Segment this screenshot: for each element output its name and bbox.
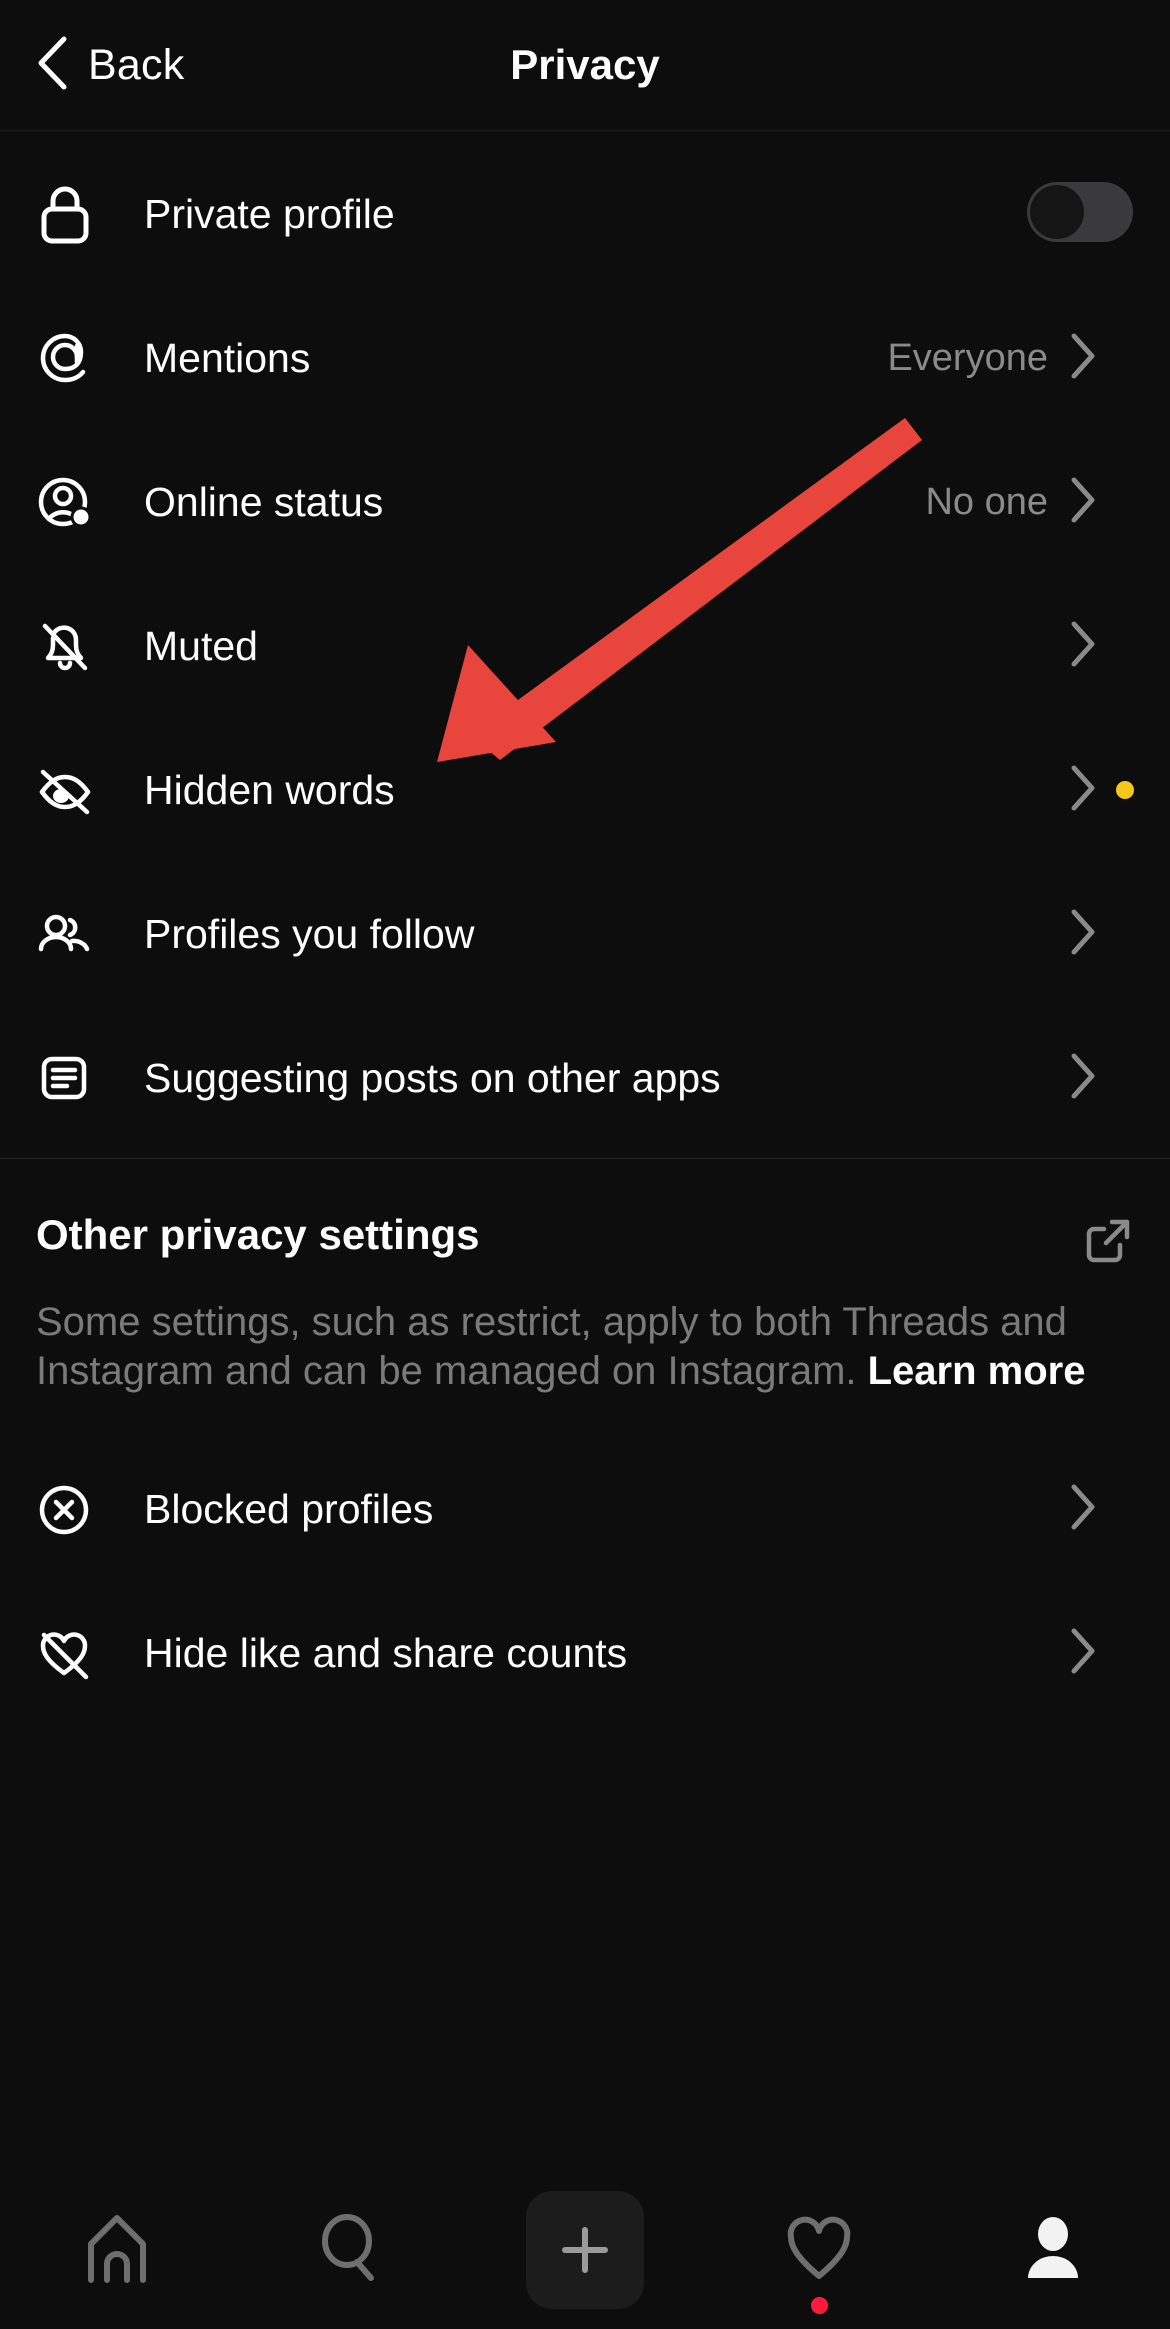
other-privacy-list: Blocked profiles Hide like and share cou… [0, 1438, 1170, 1726]
setting-row-mentions[interactable]: Mentions Everyone [0, 286, 1170, 430]
circle-x-icon [36, 1480, 98, 1540]
setting-row-profiles-you-follow[interactable]: Profiles you follow [0, 862, 1170, 1006]
two-people-icon [36, 904, 98, 964]
learn-more-link[interactable]: Learn more [868, 1349, 1086, 1393]
setting-label: Hide like and share counts [144, 1630, 628, 1677]
setting-label: Blocked profiles [144, 1486, 434, 1533]
chevron-right-icon [1070, 765, 1096, 816]
chevron-right-icon [1070, 1484, 1096, 1535]
external-link-icon[interactable] [1082, 1215, 1134, 1272]
back-button[interactable]: Back [36, 36, 184, 95]
setting-label: Mentions [144, 334, 311, 381]
heart-slash-icon [36, 1624, 98, 1684]
heart-icon [781, 2210, 857, 2291]
eye-slash-icon [36, 760, 98, 820]
setting-row-suggesting-posts[interactable]: Suggesting posts on other apps [0, 1006, 1170, 1150]
nav-item-search[interactable] [234, 2190, 468, 2310]
private-profile-toggle[interactable] [1026, 181, 1134, 248]
bell-slash-icon [36, 616, 98, 676]
setting-row-hidden-words[interactable]: Hidden words [0, 718, 1170, 862]
nav-item-compose[interactable] [468, 2190, 702, 2310]
setting-label: Muted [144, 622, 258, 669]
other-privacy-settings-section: Other privacy settings Some settings, su… [0, 1159, 1170, 1726]
setting-label: Profiles you follow [144, 910, 475, 957]
search-icon [313, 2210, 389, 2291]
page-header: Back Privacy [0, 0, 1170, 131]
setting-label: Hidden words [144, 766, 395, 813]
online-status-icon [36, 472, 98, 532]
privacy-settings-list: Private profile Mentions Everyone Online… [0, 131, 1170, 1158]
document-lines-icon [36, 1048, 98, 1108]
nav-item-activity[interactable] [702, 2190, 936, 2314]
setting-row-blocked-profiles[interactable]: Blocked profiles [0, 1438, 1170, 1582]
chevron-right-icon [1070, 1628, 1096, 1679]
chevron-right-icon [1070, 909, 1096, 960]
setting-row-online-status[interactable]: Online status No one [0, 430, 1170, 574]
home-icon [79, 2210, 155, 2291]
compose-plus-icon [526, 2191, 644, 2309]
chevron-right-icon [1070, 1053, 1096, 1104]
nav-item-profile[interactable] [936, 2190, 1170, 2310]
lock-icon [36, 183, 98, 245]
profile-icon [1015, 2210, 1091, 2291]
bottom-navigation-bar [0, 2130, 1170, 2329]
setting-label: Private profile [144, 190, 395, 237]
setting-label: Suggesting posts on other apps [144, 1054, 721, 1101]
setting-value: Everyone [887, 336, 1048, 379]
back-label: Back [88, 40, 185, 89]
activity-badge-dot [810, 2297, 828, 2314]
setting-label: Online status [144, 478, 384, 525]
other-privacy-title: Other privacy settings [36, 1211, 480, 1258]
setting-value: No one [925, 480, 1048, 523]
other-privacy-header: Other privacy settings [0, 1159, 1170, 1272]
chevron-right-icon [1070, 333, 1096, 384]
chevron-right-icon [1070, 621, 1096, 672]
nav-item-home[interactable] [0, 2190, 234, 2310]
other-privacy-description: Some settings, such as restrict, apply t… [0, 1272, 1170, 1396]
chevron-left-icon [36, 36, 68, 95]
chevron-right-icon [1070, 477, 1096, 528]
setting-row-hide-like-share-counts[interactable]: Hide like and share counts [0, 1582, 1170, 1726]
unread-badge-dot [1116, 781, 1134, 799]
setting-row-private-profile[interactable]: Private profile [0, 142, 1170, 286]
setting-row-muted[interactable]: Muted [0, 574, 1170, 718]
threads-at-icon [36, 328, 98, 388]
